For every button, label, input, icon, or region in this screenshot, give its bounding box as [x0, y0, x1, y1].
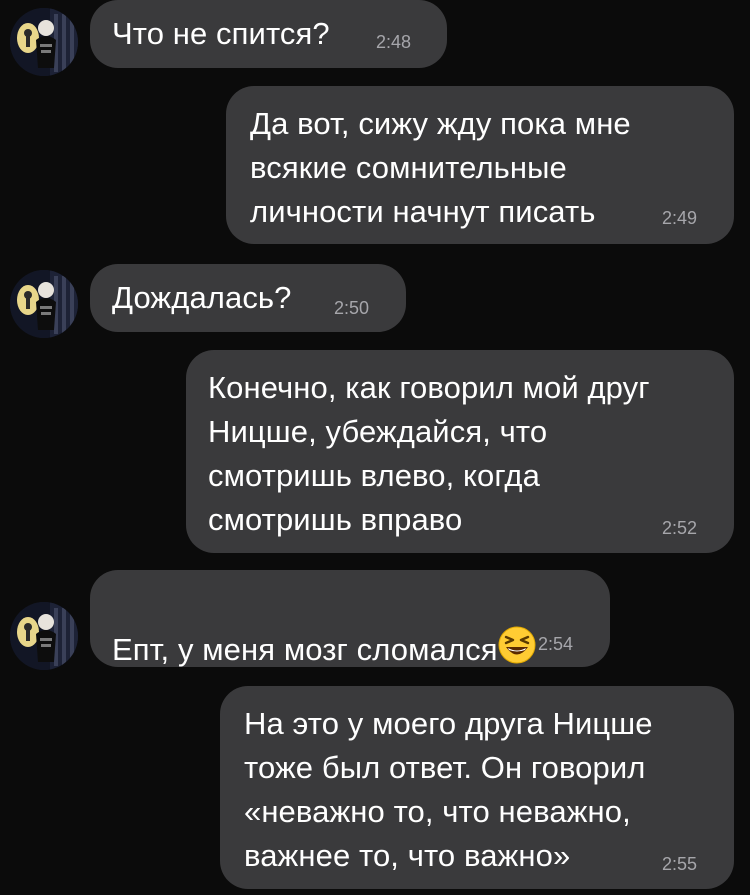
grinning-squinting-face-icon — [498, 626, 536, 676]
message-time: 2:49 — [662, 208, 698, 228]
message-bubble[interactable]: Дождалась? 2:50 — [90, 264, 406, 332]
message-text: На это у моего друга Ницше тоже был отве… — [244, 706, 653, 873]
message-bubble[interactable]: Что не спится? 2:48 — [90, 0, 447, 68]
message-time: 2:55 — [662, 854, 698, 874]
message-text: Что не спится? — [112, 16, 330, 51]
message-bubble[interactable]: На это у моего друга Ницше тоже был отве… — [220, 686, 734, 889]
message-text: Да вот, сижу жду пока мне всякие сомните… — [250, 106, 631, 229]
avatar[interactable] — [10, 602, 78, 670]
avatar[interactable] — [10, 270, 78, 338]
message-row-outgoing: Конечно, как говорил мой друг Ницше, убе… — [0, 350, 750, 554]
message-row-incoming: Дождалась? 2:50 — [0, 262, 750, 342]
message-text: Епт, у меня мозг сломался — [112, 582, 536, 676]
message-row-incoming: Епт, у меня мозг сломался 2:54 — [0, 570, 750, 680]
message-row-outgoing: Да вот, сижу жду пока мне всякие сомните… — [0, 86, 750, 246]
chat-thread: Что не спится? 2:48 Да вот, сижу жду пок… — [0, 0, 750, 895]
message-time: 2:50 — [334, 298, 370, 318]
message-bubble[interactable]: Епт, у меня мозг сломался 2:54 — [90, 570, 610, 667]
avatar-image — [10, 602, 78, 670]
message-bubble[interactable]: Да вот, сижу жду пока мне всякие сомните… — [226, 86, 734, 244]
message-time: 2:52 — [662, 518, 698, 538]
avatar[interactable] — [10, 8, 78, 76]
avatar-image — [10, 270, 78, 338]
message-bubble[interactable]: Конечно, как говорил мой друг Ницше, убе… — [186, 350, 734, 553]
message-row-outgoing: На это у моего друга Ницше тоже был отве… — [0, 686, 750, 891]
message-text-content: Епт, у меня мозг сломался — [112, 632, 498, 667]
message-text: Конечно, как говорил мой друг Ницше, убе… — [208, 370, 650, 537]
message-time: 2:48 — [376, 32, 412, 52]
avatar-image — [10, 8, 78, 76]
message-time: 2:54 — [538, 634, 574, 654]
message-row-incoming: Что не спится? 2:48 — [0, 0, 750, 80]
message-text: Дождалась? — [112, 280, 292, 315]
